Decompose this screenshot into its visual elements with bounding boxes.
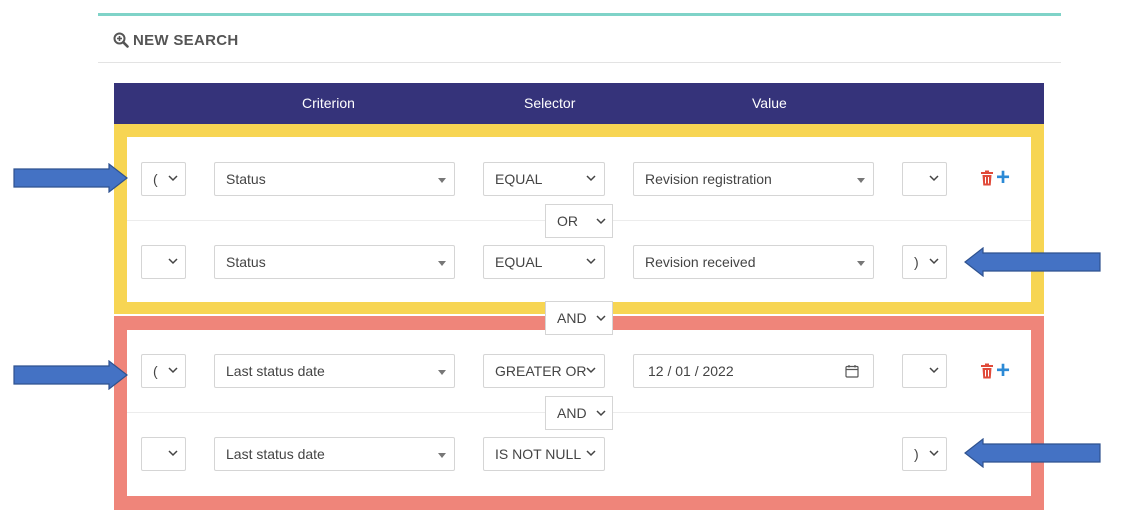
date-input[interactable]: 12 / 01 / 2022 [633,354,874,388]
zoom-in-icon [113,32,129,48]
logic-operator-select[interactable]: AND [545,396,613,430]
add-row-icon[interactable]: + [996,359,1010,383]
annotation-arrow-right [13,163,128,193]
logic-operator-select[interactable]: OR [545,204,613,238]
selector-select[interactable]: GREATER OR EQUAL [483,354,605,388]
column-selector: Selector [524,95,576,111]
selector-select[interactable]: IS NOT NULL [483,437,605,471]
caret-down-icon [857,178,865,183]
value-select[interactable]: Revision received [633,245,874,279]
table-header: Criterion Selector Value [114,83,1044,124]
section-header: NEW SEARCH [113,30,239,50]
column-value: Value [752,95,787,111]
chevron-down-icon [596,410,606,417]
close-paren-select[interactable]: ) [902,245,947,279]
open-paren-select[interactable]: ( [141,162,186,196]
caret-down-icon [438,370,446,375]
selector-select[interactable]: EQUAL [483,162,605,196]
chevron-down-icon [929,175,939,182]
caret-down-icon [438,453,446,458]
chevron-down-icon [596,218,606,225]
header-divider [98,62,1061,63]
chevron-down-icon [929,367,939,374]
chevron-down-icon [586,258,596,265]
open-paren-select[interactable] [141,245,186,279]
trash-icon[interactable] [980,363,994,379]
row-actions: + [980,359,1010,383]
caret-down-icon [857,261,865,266]
caret-down-icon [438,178,446,183]
chevron-down-icon [596,315,606,322]
criterion-select[interactable]: Status [214,162,455,196]
open-paren-select[interactable]: ( [141,354,186,388]
criterion-select[interactable]: Status [214,245,455,279]
chevron-down-icon [168,367,178,374]
column-criterion: Criterion [302,95,355,111]
top-accent-rule [98,13,1061,16]
close-paren-select[interactable] [902,162,947,196]
value-select[interactable]: Revision registration [633,162,874,196]
trash-icon[interactable] [980,170,994,186]
add-row-icon[interactable]: + [996,166,1010,190]
chevron-down-icon [168,175,178,182]
close-paren-select[interactable] [902,354,947,388]
chevron-down-icon [586,175,596,182]
annotation-arrow-left [964,247,1101,277]
chevron-down-icon [168,258,178,265]
criterion-select[interactable]: Last status date [214,354,455,388]
chevron-down-icon [586,367,596,374]
annotation-arrow-right [13,360,128,390]
row-actions: + [980,166,1010,190]
close-paren-select[interactable]: ) [902,437,947,471]
criterion-select[interactable]: Last status date [214,437,455,471]
chevron-down-icon [929,450,939,457]
group-logic-operator-select[interactable]: AND [545,301,613,335]
calendar-icon[interactable] [845,364,859,378]
open-paren-select[interactable] [141,437,186,471]
chevron-down-icon [929,258,939,265]
chevron-down-icon [168,450,178,457]
annotation-arrow-left [964,438,1101,468]
caret-down-icon [438,261,446,266]
page-title: NEW SEARCH [133,31,239,49]
chevron-down-icon [586,450,596,457]
selector-select[interactable]: EQUAL [483,245,605,279]
